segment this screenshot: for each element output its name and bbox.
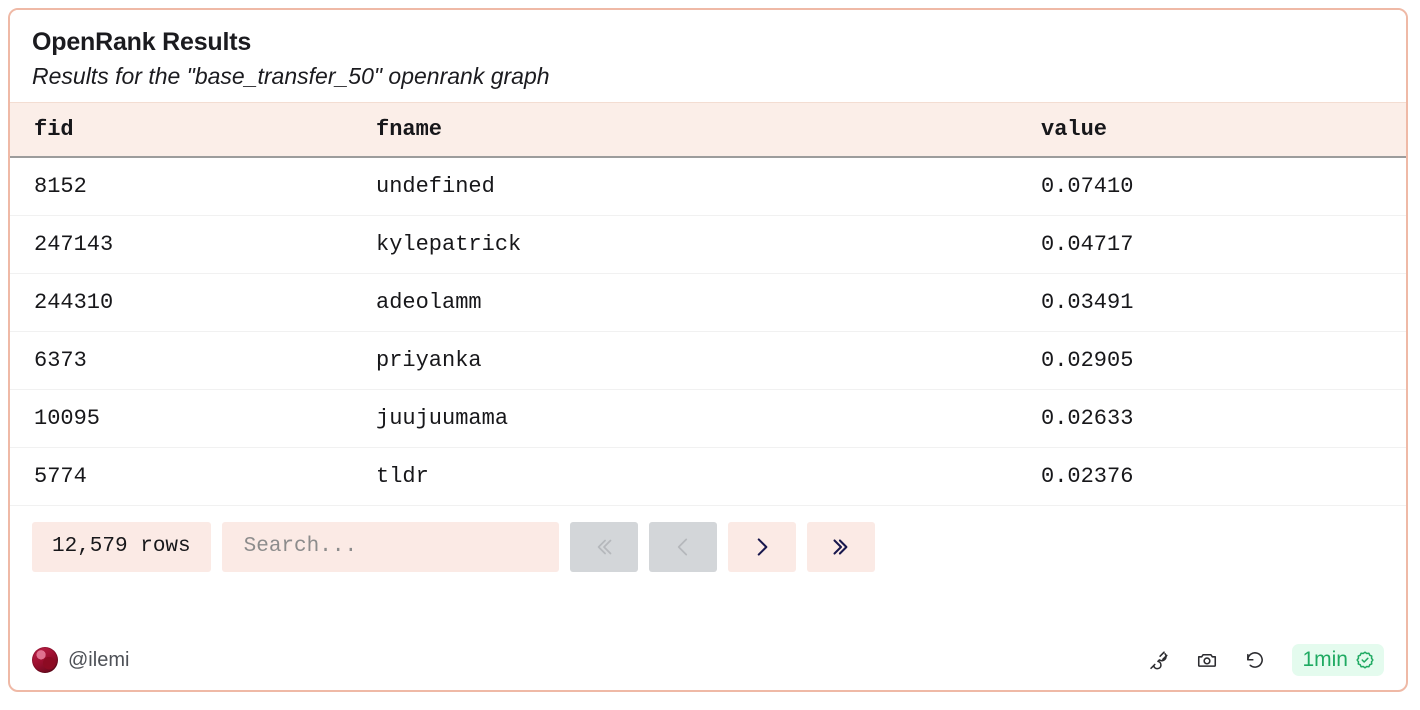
openrank-results-card: OpenRank Results Results for the "base_t… <box>8 8 1408 692</box>
last-page-button[interactable] <box>806 521 875 572</box>
cell-fid: 247143 <box>10 215 360 274</box>
cell-value: 0.07410 <box>1025 157 1406 216</box>
cell-value: 0.02905 <box>1025 331 1406 390</box>
footer-actions: 1min <box>1146 644 1384 676</box>
first-page-button[interactable] <box>569 521 638 572</box>
results-table-container: fid fname value 8152 undefined 0.07410 2… <box>10 102 1406 506</box>
prev-page-button[interactable] <box>648 521 717 572</box>
cell-fname: juujuumama <box>360 389 1025 448</box>
table-row: 244310 adeolamm 0.03491 <box>10 273 1406 332</box>
cell-fname: adeolamm <box>360 273 1025 332</box>
chevron-double-right-icon <box>833 539 848 555</box>
author-info[interactable]: @ilemi <box>32 647 129 673</box>
cell-fid: 244310 <box>10 273 360 332</box>
chevron-double-left-icon <box>597 539 611 555</box>
row-count-badge: 12,579 rows <box>32 521 211 572</box>
cell-fname: tldr <box>360 447 1025 506</box>
cell-fid: 8152 <box>10 157 360 216</box>
camera-icon[interactable] <box>1194 647 1220 673</box>
author-handle: @ilemi <box>68 648 130 671</box>
runtime-label: 1min <box>1302 648 1348 671</box>
page-subtitle: Results for the "base_transfer_50" openr… <box>32 62 550 89</box>
table-head: fid fname value <box>10 102 1406 159</box>
table-body: 8152 undefined 0.07410 247143 kylepatric… <box>10 157 1406 506</box>
table-row: 10095 juujuumama 0.02633 <box>10 389 1406 448</box>
table-row: 247143 kylepatrick 0.04717 <box>10 215 1406 274</box>
table-header-row: fid fname value <box>10 102 1406 159</box>
runtime-badge: 1min <box>1292 644 1384 676</box>
plug-icon[interactable] <box>1146 647 1172 673</box>
cell-value: 0.04717 <box>1025 215 1406 274</box>
chevron-left-icon <box>677 538 687 556</box>
card-header: OpenRank Results Results for the "base_t… <box>10 10 1406 103</box>
column-header-value[interactable]: value <box>1025 102 1406 159</box>
avatar <box>32 647 58 673</box>
search-input[interactable] <box>221 521 559 572</box>
card-footer: @ilemi 1min <box>10 640 1406 690</box>
cell-value: 0.02633 <box>1025 389 1406 448</box>
refresh-icon[interactable] <box>1242 647 1268 673</box>
cell-fname: priyanka <box>360 331 1025 390</box>
cell-fid: 6373 <box>10 331 360 390</box>
column-header-fid[interactable]: fid <box>10 102 360 159</box>
table-row: 6373 priyanka 0.02905 <box>10 331 1406 390</box>
results-table: fid fname value 8152 undefined 0.07410 2… <box>10 102 1406 506</box>
cell-fname: undefined <box>360 157 1025 216</box>
cell-fid: 5774 <box>10 447 360 506</box>
next-page-button[interactable] <box>727 521 796 572</box>
chevron-right-icon <box>757 538 767 556</box>
cell-value: 0.03491 <box>1025 273 1406 332</box>
column-header-fname[interactable]: fname <box>360 102 1025 159</box>
table-row: 8152 undefined 0.07410 <box>10 157 1406 216</box>
cell-value: 0.02376 <box>1025 447 1406 506</box>
page-title: OpenRank Results <box>32 28 252 56</box>
cell-fname: kylepatrick <box>360 215 1025 274</box>
table-row: 5774 tldr 0.02376 <box>10 447 1406 506</box>
verified-badge-icon <box>1356 651 1374 669</box>
table-toolbar: 12,579 rows <box>10 506 1406 582</box>
cell-fid: 10095 <box>10 389 360 448</box>
